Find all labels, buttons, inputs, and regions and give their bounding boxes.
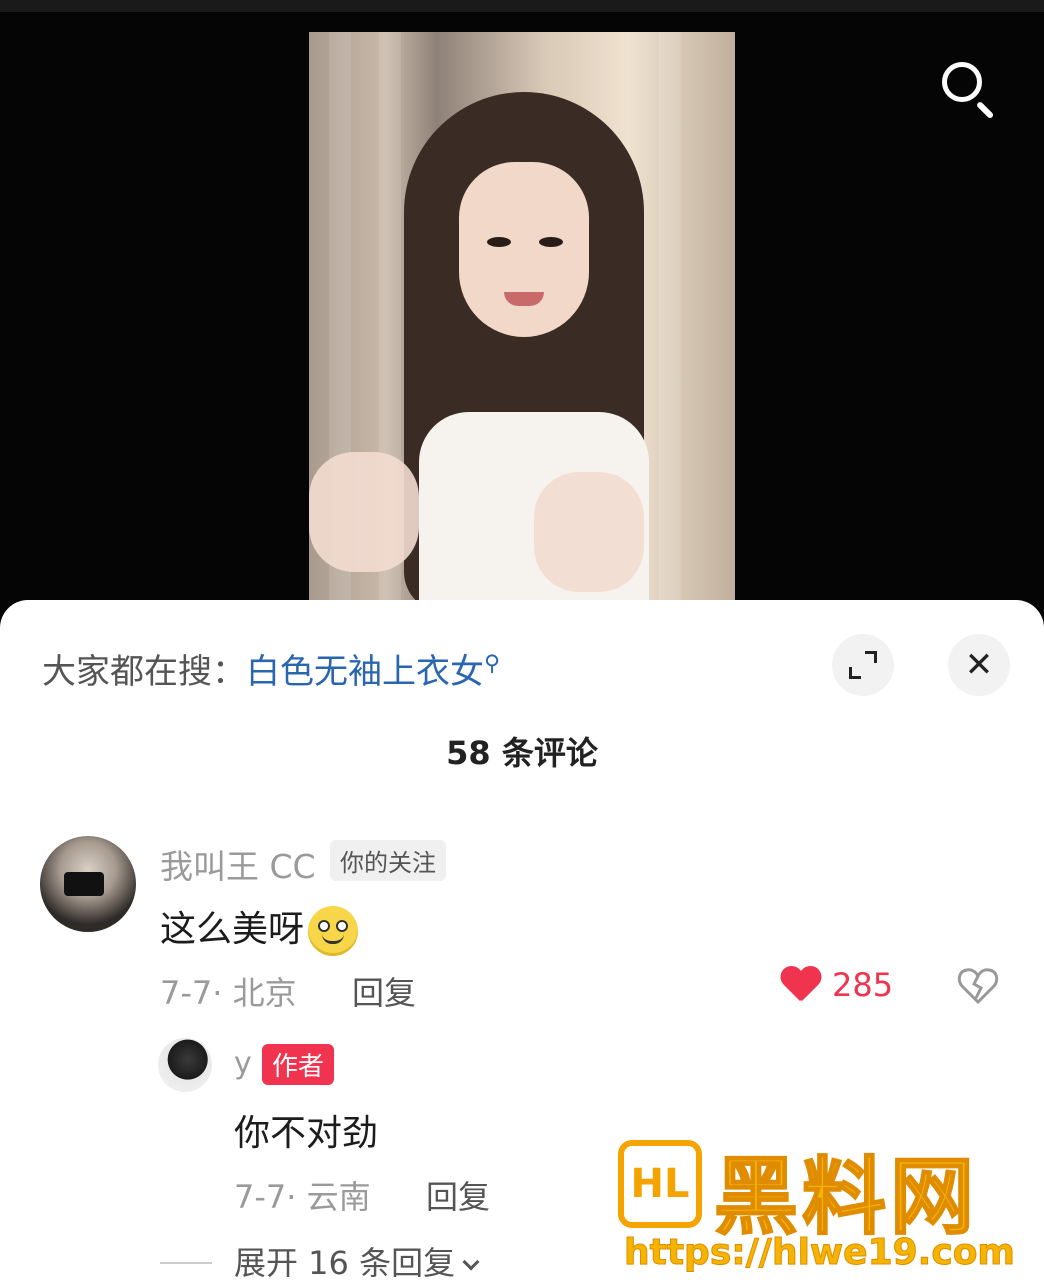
expand-replies-button[interactable]: 展开 16 条回复 (234, 1238, 480, 1280)
reply-username[interactable]: y (234, 1046, 252, 1081)
watermark: HL 黑料网 https://hlwe19.com (618, 1136, 1034, 1276)
expand-button[interactable] (832, 634, 894, 696)
smile-emoji-icon (308, 906, 359, 956)
divider (160, 1262, 212, 1264)
avatar[interactable] (40, 836, 136, 932)
comment-username[interactable]: 我叫王 CC (160, 840, 316, 888)
heart-icon (780, 967, 820, 1003)
reply-button[interactable]: 回复 (352, 968, 416, 1014)
curtain-stripe (659, 32, 681, 622)
comment-text-content: 这么美呀 (160, 909, 305, 950)
close-icon: ✕ (964, 645, 994, 685)
eye (539, 237, 563, 247)
expand-icon (849, 651, 877, 679)
search-icon: ⚲ (484, 651, 501, 677)
chevron-down-icon (462, 1253, 480, 1271)
reply-meta: 7-7· 云南 (234, 1178, 371, 1216)
like-count: 285 (832, 966, 894, 1004)
like-button[interactable]: 285 (780, 966, 893, 1004)
search-icon-handle (975, 100, 995, 120)
close-button[interactable]: ✕ (948, 634, 1010, 696)
eye (487, 237, 511, 247)
reply-reply-button[interactable]: 回复 (426, 1172, 490, 1218)
dislike-broken-heart-icon[interactable] (956, 966, 1000, 1006)
hot-search-prefix: 大家都在搜： (42, 652, 246, 692)
expand-replies-label: 展开 16 条回复 (234, 1244, 456, 1280)
hot-search-bar[interactable]: 大家都在搜：白色无袖上衣女⚲ (42, 644, 500, 693)
author-badge: 作者 (262, 1044, 335, 1085)
subject-face (459, 162, 589, 337)
search-icon[interactable] (936, 56, 1002, 122)
hand-left (309, 452, 419, 572)
watermark-logo: HL (618, 1140, 702, 1228)
comment-text: 这么美呀 (160, 900, 359, 956)
mouth (504, 292, 544, 306)
status-bar (0, 0, 1044, 12)
hot-search-term[interactable]: 白色无袖上衣女 (246, 652, 484, 692)
camera-in-avatar (64, 872, 104, 896)
reply-avatar[interactable] (158, 1038, 212, 1092)
reply-text: 你不对劲 (234, 1113, 379, 1154)
search-icon-ring (942, 62, 982, 102)
watermark-url: https://hlwe19.com (624, 1232, 1016, 1274)
video-frame[interactable] (309, 32, 735, 622)
follow-badge: 你的关注 (330, 840, 446, 881)
comment-meta: 7-7· 北京 (160, 974, 297, 1012)
video-player[interactable] (0, 0, 1044, 640)
hand-right (534, 472, 644, 592)
comment-count-title: 58 条评论 (446, 734, 598, 772)
